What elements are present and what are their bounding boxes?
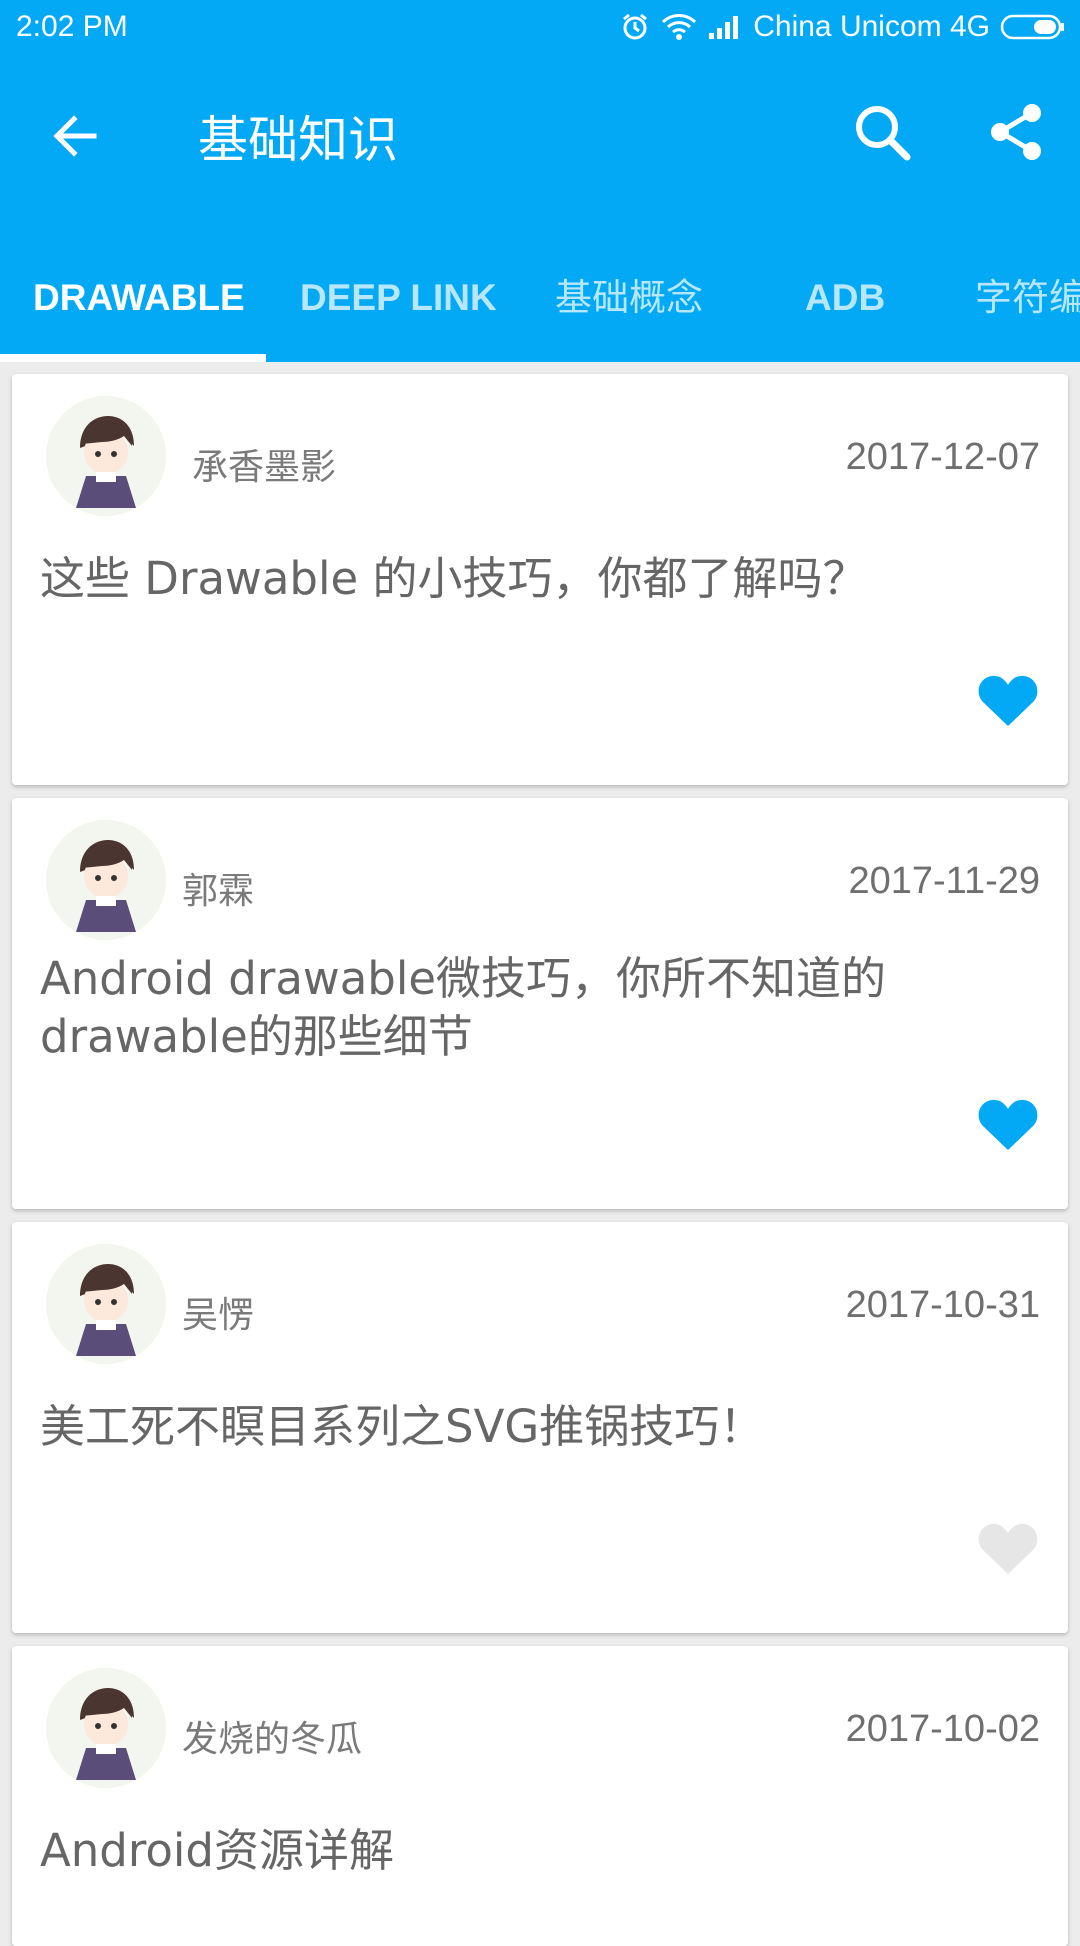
post-date: 2017-11-29 [848, 860, 1040, 902]
carrier-label: China Unicom 4G [753, 10, 990, 43]
avatar[interactable] [46, 1668, 166, 1788]
alarm-icon [619, 11, 651, 43]
post-card[interactable]: 吴愣 2017-10-31 美工死不瞑目系列之SVG推锅技巧！ [12, 1222, 1068, 1633]
page-title: 基础知识 [198, 111, 398, 169]
heart-icon [978, 675, 1038, 726]
status-bar: 2:02 PM China Unicom 4G [0, 0, 1080, 56]
like-button[interactable] [978, 1520, 1038, 1576]
back-button[interactable] [46, 106, 106, 166]
avatar[interactable] [46, 396, 166, 516]
avatar[interactable] [46, 1244, 166, 1364]
post-card[interactable]: 承香墨影 2017-12-07 这些 Drawable 的小技巧，你都了解吗？ [12, 374, 1068, 785]
post-date: 2017-12-07 [845, 436, 1040, 478]
search-button[interactable] [850, 100, 914, 164]
app-toolbar: 基础知识 [0, 56, 1080, 234]
avatar[interactable] [46, 820, 166, 940]
post-title[interactable]: Android drawable微技巧，你所不知道的drawable的那些细节 [40, 950, 1040, 1066]
post-date: 2017-10-02 [845, 1708, 1040, 1750]
signal-icon [707, 13, 743, 41]
search-icon [856, 106, 911, 161]
heart-icon [978, 1099, 1038, 1150]
share-icon [991, 104, 1041, 160]
author-name: 承香墨影 [192, 447, 337, 488]
author-name: 发烧的冬瓜 [182, 1719, 363, 1760]
wifi-icon [661, 12, 697, 42]
author-name: 吴愣 [182, 1295, 255, 1336]
tab-basic-concepts[interactable]: 基础概念 [555, 234, 703, 362]
post-title[interactable]: Android资源详解 [40, 1822, 1040, 1880]
battery-icon [1000, 12, 1066, 42]
tab-adb[interactable]: ADB [805, 234, 885, 362]
share-button[interactable] [984, 100, 1048, 164]
tab-char-encoding[interactable]: 字符编 [975, 234, 1080, 362]
tab-deep-link[interactable]: DEEP LINK [300, 234, 497, 362]
like-button[interactable] [978, 1096, 1038, 1152]
status-time: 2:02 PM [16, 10, 128, 43]
tab-drawable[interactable]: DRAWABLE [33, 234, 245, 362]
post-card[interactable]: 发烧的冬瓜 2017-10-02 Android资源详解 [12, 1646, 1068, 1946]
post-date: 2017-10-31 [845, 1284, 1040, 1326]
tab-bar: DRAWABLE DEEP LINK 基础概念 ADB 字符编 [0, 234, 1080, 362]
post-title[interactable]: 这些 Drawable 的小技巧，你都了解吗？ [40, 550, 1040, 608]
arrow-back-icon [53, 115, 97, 157]
heart-icon [978, 1523, 1038, 1574]
author-name: 郭霖 [182, 871, 255, 912]
tab-indicator [0, 354, 266, 362]
post-title[interactable]: 美工死不瞑目系列之SVG推锅技巧！ [40, 1398, 1040, 1456]
post-card[interactable]: 郭霖 2017-11-29 Android drawable微技巧，你所不知道的… [12, 798, 1068, 1209]
like-button[interactable] [978, 672, 1038, 728]
